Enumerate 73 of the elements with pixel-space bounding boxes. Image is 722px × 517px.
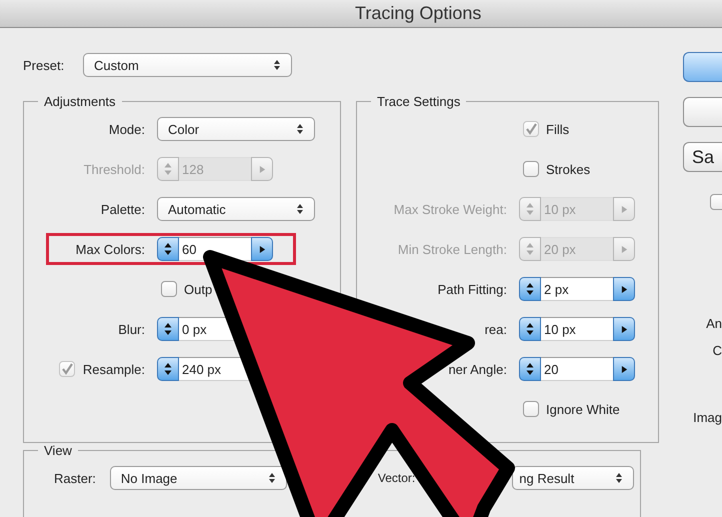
dialog-button[interactable]: Sa bbox=[683, 142, 722, 172]
up-down-arrows-icon bbox=[164, 162, 172, 176]
slider-popup-button[interactable] bbox=[251, 237, 273, 261]
right-triangle-icon bbox=[620, 324, 628, 334]
slider-popup-button[interactable] bbox=[613, 317, 635, 341]
field-label: Threshold: bbox=[84, 162, 145, 176]
vector-label: Vector: bbox=[378, 471, 416, 485]
vector-dropdown[interactable]: ng Result bbox=[512, 466, 634, 490]
up-down-arrows-icon bbox=[526, 362, 534, 376]
slider-popup-button[interactable] bbox=[613, 277, 635, 301]
slider-popup-button[interactable] bbox=[613, 237, 635, 261]
checkbox-label: Outp bbox=[184, 282, 212, 296]
panel-title: Trace Settings bbox=[377, 94, 460, 109]
stepper-button[interactable] bbox=[157, 317, 179, 341]
panel-title: View bbox=[44, 443, 72, 458]
field-label: Resample: bbox=[82, 362, 145, 376]
right-triangle-icon bbox=[620, 284, 628, 294]
checkbox[interactable] bbox=[161, 281, 177, 297]
field-label: rea: bbox=[484, 322, 507, 336]
field-label: Mode: bbox=[108, 122, 145, 136]
panel-title: Adjustments bbox=[44, 94, 116, 109]
up-down-chevron-icon bbox=[268, 472, 276, 484]
up-down-arrows-icon bbox=[526, 282, 534, 296]
field-label: Blur: bbox=[118, 322, 145, 336]
up-down-arrows-icon bbox=[164, 242, 172, 256]
up-down-arrows-icon bbox=[526, 202, 534, 216]
right-triangle-icon bbox=[258, 164, 266, 174]
field-label: Max Stroke Weight: bbox=[394, 202, 507, 216]
number-field[interactable]: 10 px bbox=[541, 317, 613, 341]
checkbox[interactable] bbox=[710, 194, 722, 210]
up-down-arrows-icon bbox=[526, 242, 534, 256]
stepper-button[interactable] bbox=[519, 317, 541, 341]
field-label: ner Angle: bbox=[448, 362, 507, 376]
checkbox-label: Strokes bbox=[546, 162, 590, 176]
right-triangle-icon bbox=[258, 244, 266, 254]
field-label: Min Stroke Length: bbox=[398, 242, 507, 256]
number-field[interactable]: 20 bbox=[541, 357, 613, 381]
stepper-button[interactable] bbox=[519, 277, 541, 301]
window-title: Tracing Options bbox=[355, 3, 482, 24]
field-label: Max Colors: bbox=[76, 242, 145, 256]
number-field[interactable]: 240 px bbox=[179, 357, 251, 381]
up-down-arrows-icon bbox=[526, 322, 534, 336]
dropdown[interactable]: Automatic bbox=[157, 197, 315, 221]
stepper-button[interactable] bbox=[519, 357, 541, 381]
slider-popup-button[interactable] bbox=[613, 197, 635, 221]
up-down-arrows-icon bbox=[164, 322, 172, 336]
right-triangle-icon bbox=[620, 244, 628, 254]
raster-label: Raster: bbox=[54, 470, 96, 486]
checkbox[interactable] bbox=[523, 161, 539, 177]
preset-dropdown[interactable]: Custom bbox=[83, 53, 292, 77]
raster-dropdown[interactable]: No Image bbox=[110, 466, 287, 490]
up-down-arrows-icon bbox=[164, 362, 172, 376]
field-label: Path Fitting: bbox=[438, 282, 507, 296]
stepper-button[interactable] bbox=[157, 237, 179, 261]
number-field[interactable]: 2 px bbox=[541, 277, 613, 301]
up-down-chevron-icon bbox=[296, 123, 304, 135]
checkbox-label: Ignore White bbox=[546, 402, 620, 416]
dropdown[interactable]: Color bbox=[157, 117, 315, 141]
field-label: An bbox=[706, 316, 722, 331]
field-label: Palette: bbox=[100, 202, 145, 216]
up-down-chevron-icon bbox=[296, 203, 304, 215]
right-triangle-icon bbox=[620, 364, 628, 374]
slider-popup-button[interactable] bbox=[251, 157, 273, 181]
up-down-chevron-icon bbox=[273, 59, 281, 71]
stepper-button[interactable] bbox=[157, 357, 179, 381]
field-label: C bbox=[712, 343, 722, 358]
up-down-chevron-icon bbox=[615, 472, 624, 484]
preset-label: Preset: bbox=[23, 58, 66, 72]
right-triangle-icon bbox=[620, 204, 628, 214]
checkbox[interactable] bbox=[523, 401, 539, 417]
checkbox-label: Fills bbox=[546, 122, 570, 136]
field-label: Imag bbox=[693, 410, 722, 425]
slider-popup-button[interactable] bbox=[613, 357, 635, 381]
